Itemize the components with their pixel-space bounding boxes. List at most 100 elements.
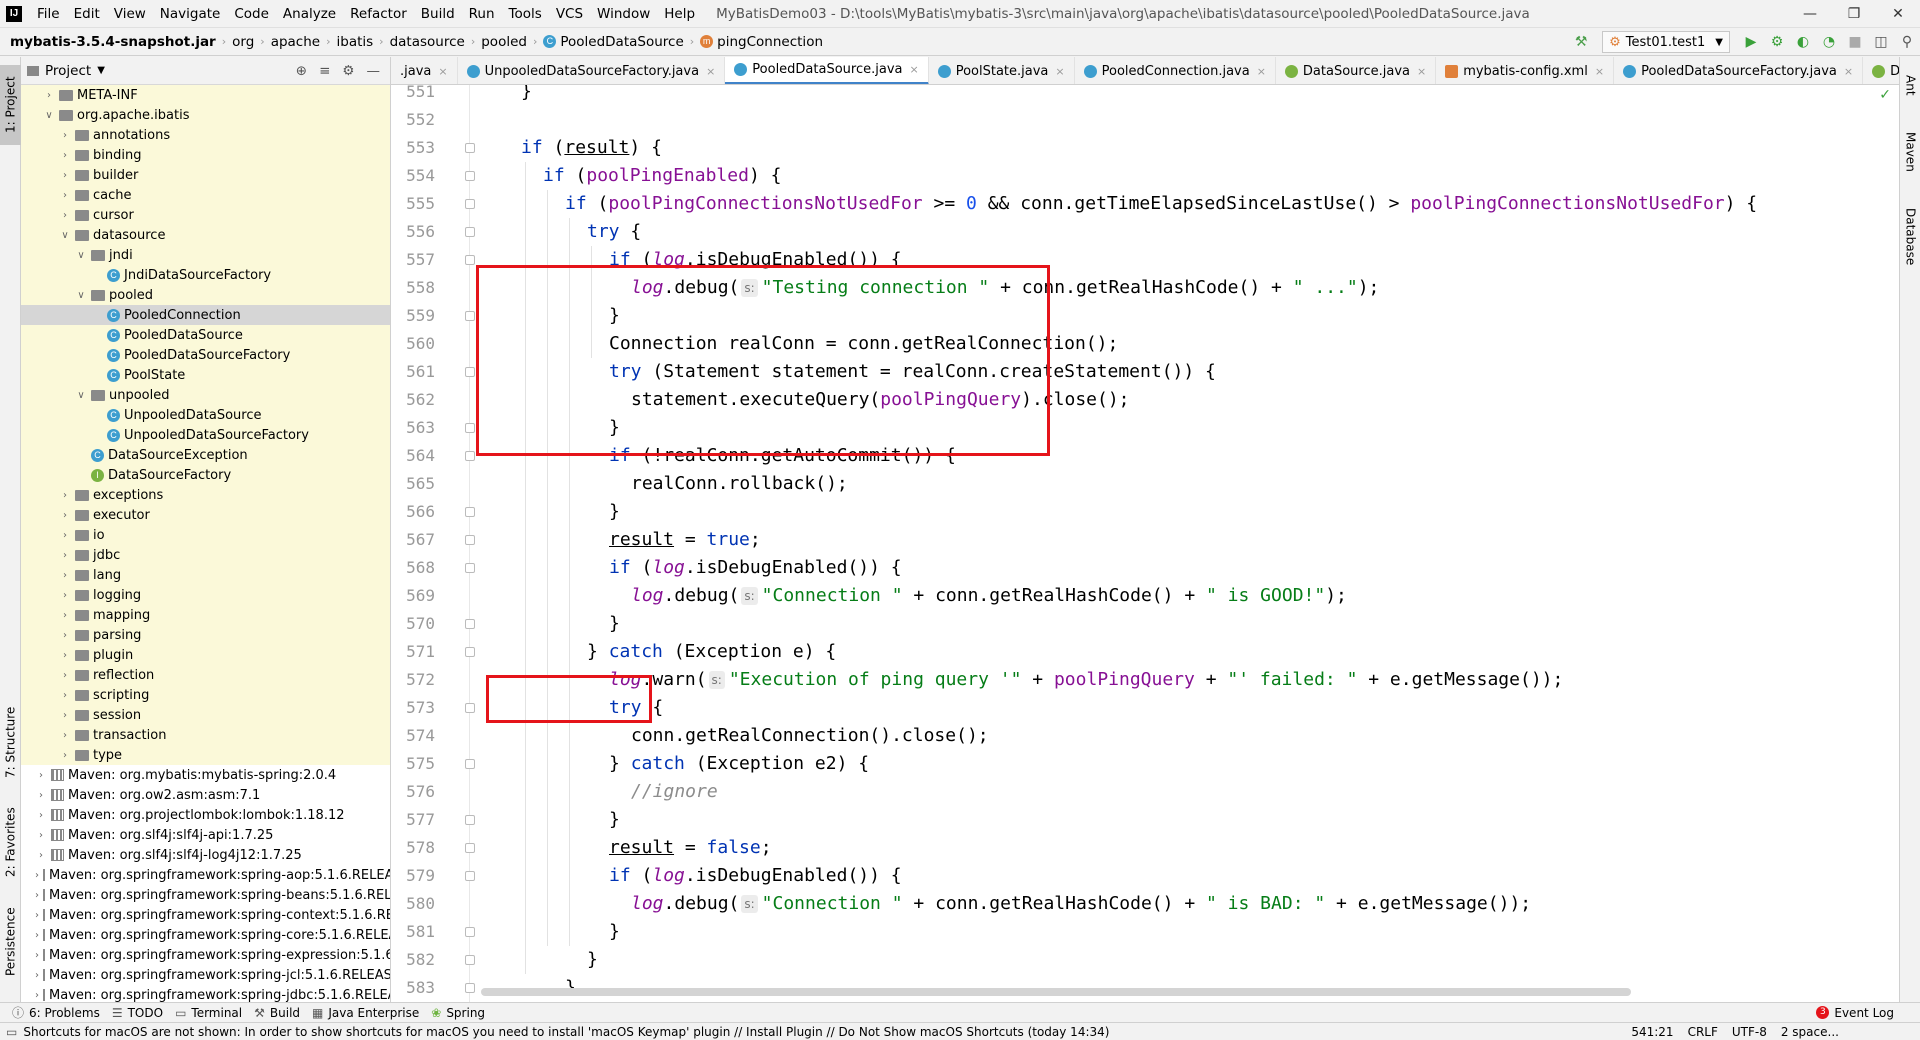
tree-item[interactable]: › Maven: org.projectlombok:lombok:1.18.12 (21, 805, 390, 825)
cursor-position[interactable]: 541:21 (1631, 1025, 1673, 1039)
tab-java-enterprise[interactable]: ▦ Java Enterprise (312, 1006, 419, 1020)
close-tab-icon[interactable]: × (1844, 65, 1853, 78)
fold-marker-icon[interactable] (465, 535, 475, 545)
tree-item[interactable]: › cache (21, 185, 390, 205)
fold-marker-icon[interactable] (465, 311, 475, 321)
gear-icon[interactable]: ⚙ (342, 63, 354, 79)
tree-item[interactable]: ∨ datasource (21, 225, 390, 245)
tree-item[interactable]: › jdbc (21, 545, 390, 565)
tree-item[interactable]: › session (21, 705, 390, 725)
fold-marker-icon[interactable] (465, 843, 475, 853)
tree-item[interactable]: › binding (21, 145, 390, 165)
code-editor[interactable]: 551 552 553 554 555 556 557 558 559 560 561 562 563 5… (391, 85, 1899, 1002)
menu-file[interactable]: File (30, 0, 67, 28)
horizontal-scrollbar[interactable] (481, 988, 1631, 996)
menu-navigate[interactable]: Navigate (153, 0, 228, 28)
chevron-right-icon[interactable]: › (35, 910, 39, 921)
editor-tab[interactable]: UnpooledDataSourceFactory.java × (458, 57, 726, 84)
tree-item[interactable]: › reflection (21, 665, 390, 685)
chevron-right-icon[interactable]: › (35, 950, 39, 961)
tab-database-tool[interactable]: Database (1900, 197, 1920, 277)
indent-setting[interactable]: 2 space... (1781, 1025, 1839, 1039)
tree-item[interactable]: › Maven: org.slf4j:slf4j-log4j12:1.7.25 (21, 845, 390, 865)
tab-maven-tool[interactable]: Maven (1900, 122, 1920, 182)
chevron-right-icon[interactable]: › (43, 90, 55, 101)
line-separator[interactable]: CRLF (1688, 1025, 1718, 1039)
close-tab-icon[interactable]: × (438, 65, 447, 78)
close-tab-icon[interactable]: × (1595, 65, 1604, 78)
close-tab-icon[interactable]: × (1417, 65, 1426, 78)
tree-item[interactable]: › Maven: org.slf4j:slf4j-api:1.7.25 (21, 825, 390, 845)
tree-item[interactable]: › parsing (21, 625, 390, 645)
minimize-icon[interactable]: — (1788, 0, 1832, 28)
chevron-down-icon[interactable]: ▼ (97, 65, 105, 76)
fold-marker-icon[interactable] (465, 507, 475, 517)
editor-tab[interactable]: PooledConnection.java × (1075, 57, 1276, 84)
chevron-right-icon[interactable]: › (59, 730, 71, 741)
chevron-right-icon[interactable]: › (35, 870, 39, 881)
chevron-right-icon[interactable]: › (35, 990, 39, 1001)
fold-marker-icon[interactable] (465, 143, 475, 153)
chevron-right-icon[interactable]: › (59, 490, 71, 501)
tab-spring[interactable]: ❀ Spring (431, 1006, 485, 1020)
fold-marker-icon[interactable] (465, 983, 475, 993)
fold-marker-icon[interactable] (465, 255, 475, 265)
status-message[interactable]: Shortcuts for macOS are not shown: In or… (17, 1025, 1617, 1039)
editor-tab[interactable]: PooledDataSourceFactory.java × (1614, 57, 1864, 84)
breadcrumb-item[interactable]: apache (271, 34, 320, 50)
chevron-right-icon[interactable]: › (59, 670, 71, 681)
menu-refactor[interactable]: Refactor (343, 0, 414, 28)
tree-item[interactable]: › executor (21, 505, 390, 525)
tree-item[interactable]: › Maven: org.springframework:spring-jcl:5… (21, 965, 390, 985)
breadcrumb-item[interactable]: pooled (481, 34, 527, 50)
tab-persistence-tool[interactable]: Persistence (0, 897, 21, 987)
editor-tab[interactable]: DataSourceFactory× (1863, 57, 1899, 84)
tree-item[interactable]: › scripting (21, 685, 390, 705)
chevron-right-icon[interactable]: › (59, 590, 71, 601)
tree-item[interactable]: › builder (21, 165, 390, 185)
fold-marker-icon[interactable] (465, 171, 475, 181)
file-encoding[interactable]: UTF-8 (1732, 1025, 1767, 1039)
tab-todo[interactable]: ☰ TODO (112, 1006, 163, 1020)
menu-tools[interactable]: Tools (502, 0, 549, 28)
coverage-icon[interactable]: ◐ (1791, 30, 1815, 54)
chevron-down-icon[interactable]: ∨ (43, 110, 55, 121)
tree-item[interactable]: C UnpooledDataSource (21, 405, 390, 425)
tree-item[interactable]: I DataSourceFactory (21, 465, 390, 485)
tree-item[interactable]: › Maven: org.springframework:spring-beans… (21, 885, 390, 905)
tree-item[interactable]: C PooledConnection (21, 305, 390, 325)
chevron-right-icon[interactable]: › (35, 890, 39, 901)
tree-item[interactable]: C PoolState (21, 365, 390, 385)
chevron-right-icon[interactable]: › (59, 650, 71, 661)
chevron-right-icon[interactable]: › (59, 130, 71, 141)
fold-marker-icon[interactable] (465, 227, 475, 237)
close-tab-icon[interactable]: × (1055, 65, 1064, 78)
chevron-right-icon[interactable]: › (35, 770, 47, 781)
tree-item[interactable]: › Maven: org.springframework:spring-expre… (21, 945, 390, 965)
chevron-right-icon[interactable]: › (59, 170, 71, 181)
chevron-right-icon[interactable]: › (35, 810, 47, 821)
fold-marker-icon[interactable] (465, 871, 475, 881)
tree-item[interactable]: ∨ unpooled (21, 385, 390, 405)
menu-help[interactable]: Help (657, 0, 702, 28)
fold-marker-icon[interactable] (465, 423, 475, 433)
chevron-right-icon[interactable]: › (35, 970, 39, 981)
tree-item[interactable]: › Maven: org.springframework:spring-jdbc:… (21, 985, 390, 1003)
tab-ant-tool[interactable]: Ant (1900, 65, 1920, 105)
editor-tab[interactable]: mybatis-config.xml × (1436, 57, 1615, 84)
collapse-all-icon[interactable]: ≡ (319, 63, 330, 79)
run-icon[interactable]: ▶ (1739, 30, 1763, 54)
tree-item[interactable]: › Maven: org.springframework:spring-aop:5… (21, 865, 390, 885)
chevron-right-icon[interactable]: › (59, 190, 71, 201)
close-tab-icon[interactable]: × (1257, 65, 1266, 78)
chevron-right-icon[interactable]: › (59, 210, 71, 221)
tree-item[interactable]: › Maven: org.springframework:spring-conte… (21, 905, 390, 925)
menu-vcs[interactable]: VCS (549, 0, 590, 28)
tree-item[interactable]: › META-INF (21, 85, 390, 105)
fold-marker-icon[interactable] (465, 619, 475, 629)
chevron-down-icon[interactable]: ∨ (75, 250, 87, 261)
tab-favorites-tool[interactable]: 2: Favorites (0, 797, 21, 887)
close-tab-icon[interactable]: × (910, 63, 919, 76)
chevron-down-icon[interactable]: ∨ (75, 390, 87, 401)
project-panel-title[interactable]: Project (45, 63, 91, 79)
